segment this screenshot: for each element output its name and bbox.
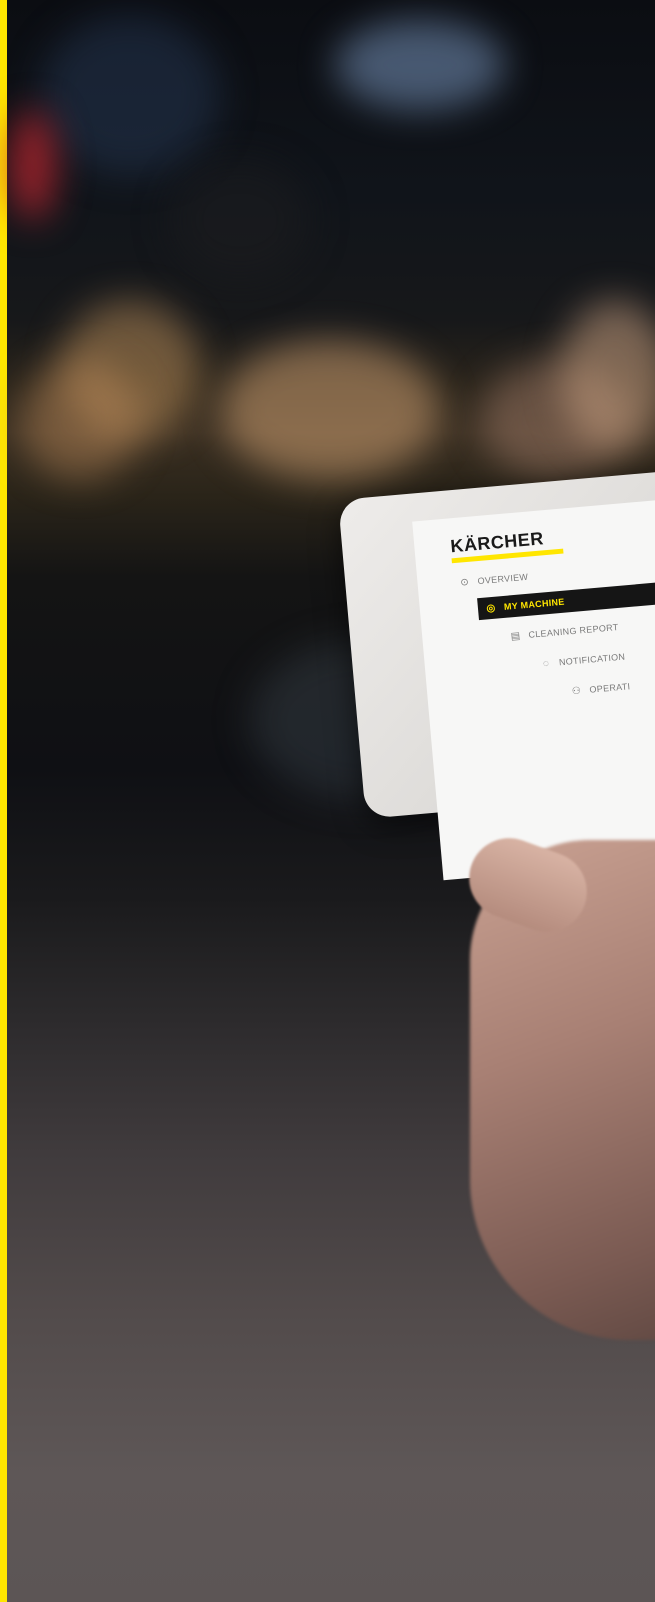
brand-accent-stripe — [0, 0, 7, 1602]
nav-item-label: OPERATI — [589, 681, 631, 695]
nav-item-label: MY MACHINE — [503, 596, 566, 612]
bokeh-light — [335, 20, 505, 110]
bokeh-light — [40, 15, 220, 175]
nav-item-label: OVERVIEW — [477, 571, 529, 587]
overview-icon: ⊙ — [459, 576, 470, 589]
nav-item-label: CLEANING REPORT — [528, 622, 619, 640]
tablet-screen: KÄRCHER ⊙ OVERVIEW ◎ MY MACHINE ▤ CLEANI… — [412, 491, 655, 881]
operator-icon: ⚇ — [571, 685, 582, 697]
report-icon: ▤ — [510, 630, 521, 642]
bokeh-light — [170, 160, 310, 280]
tablet-device: KÄRCHER ⊙ OVERVIEW ◎ MY MACHINE ▤ CLEANI… — [338, 463, 655, 881]
bokeh-light — [20, 360, 140, 480]
notification-icon: ◌ — [542, 657, 550, 670]
bokeh-light — [220, 340, 440, 480]
bokeh-light — [10, 110, 55, 220]
machine-icon: ◎ — [486, 602, 496, 614]
photo-background: KÄRCHER ⊙ OVERVIEW ◎ MY MACHINE ▤ CLEANI… — [0, 0, 655, 1602]
nav-item-label: NOTIFICATION — [558, 651, 626, 668]
